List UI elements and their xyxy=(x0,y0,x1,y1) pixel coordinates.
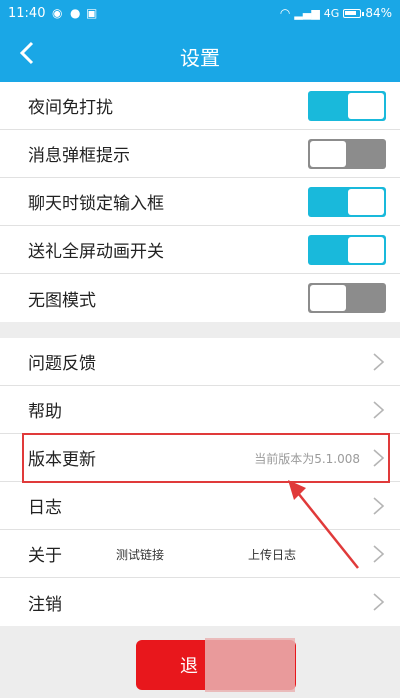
chevron-right-icon xyxy=(373,545,385,563)
status-right: ◠ ▂▄▆ 4G 84% xyxy=(280,6,392,20)
toggle-knob xyxy=(348,189,384,215)
menu-item-feedback[interactable]: 问题反馈 xyxy=(0,338,400,386)
battery-level xyxy=(345,10,357,15)
menu-label: 帮助 xyxy=(28,402,62,422)
toggle-knob xyxy=(348,93,384,119)
setting-row-lock-input[interactable]: 聊天时锁定输入框 xyxy=(0,178,400,226)
page-title: 设置 xyxy=(180,46,220,70)
setting-label: 无图模式 xyxy=(28,290,96,311)
setting-row-gift-animation[interactable]: 送礼全屏动画开关 xyxy=(0,226,400,274)
setting-row-no-image[interactable]: 无图模式 xyxy=(0,274,400,322)
network-type: 4G xyxy=(323,6,340,20)
image-icon: ▣ xyxy=(86,6,98,20)
menu-label: 版本更新 xyxy=(28,450,96,470)
chevron-right-icon xyxy=(373,401,385,419)
chevron-right-icon xyxy=(373,449,385,467)
setting-label: 送礼全屏动画开关 xyxy=(28,242,164,262)
bottom-area: 退 xyxy=(0,628,400,698)
gift-animation-toggle[interactable] xyxy=(308,235,386,265)
no-image-toggle[interactable] xyxy=(308,283,386,313)
battery-percent: 84% xyxy=(365,6,392,20)
test-link[interactable]: 测试链接 xyxy=(116,546,164,563)
current-version-hint: 当前版本为5.1.008 xyxy=(254,452,360,466)
menu-label: 注销 xyxy=(28,594,62,615)
toggle-knob xyxy=(348,237,384,263)
blur-overlay xyxy=(205,638,295,692)
menu-label: 关于 xyxy=(28,546,62,566)
menu-item-version-update[interactable]: 版本更新 当前版本为5.1.008 xyxy=(0,434,400,482)
toggle-knob xyxy=(310,285,346,311)
menu-label: 日志 xyxy=(28,498,62,518)
status-bar: 11:40 ◉ ● ▣ ◠ ▂▄▆ 4G 84% xyxy=(0,0,400,28)
title-bar: 设置 xyxy=(0,28,400,82)
chevron-right-icon xyxy=(373,593,385,611)
chevron-right-icon xyxy=(373,353,385,371)
menu-item-logout[interactable]: 注销 xyxy=(0,578,400,626)
menu-item-help[interactable]: 帮助 xyxy=(0,386,400,434)
setting-row-message-popup[interactable]: 消息弹框提示 xyxy=(0,130,400,178)
chevron-right-icon xyxy=(373,497,385,515)
setting-label: 消息弹框提示 xyxy=(28,146,130,166)
status-time: 11:40 xyxy=(8,6,46,21)
night-dnd-toggle[interactable] xyxy=(308,91,386,121)
setting-row-night-dnd[interactable]: 夜间免打扰 xyxy=(0,82,400,130)
toggle-settings-group: 夜间免打扰 消息弹框提示 聊天时锁定输入框 送礼全屏动画开关 无图模式 xyxy=(0,82,400,322)
wifi-icon: ◠ xyxy=(279,6,291,20)
weibo-icon: ◉ xyxy=(52,6,63,20)
setting-label: 聊天时锁定输入框 xyxy=(28,194,164,214)
signal-icon: ▂▄▆ xyxy=(294,6,320,20)
app-icon: ● xyxy=(70,6,81,20)
toggle-knob xyxy=(310,141,346,167)
message-popup-toggle[interactable] xyxy=(308,139,386,169)
menu-label: 问题反馈 xyxy=(28,354,96,374)
battery-icon xyxy=(343,8,365,18)
annotation-arrow xyxy=(288,480,359,569)
logout-button-label: 退 xyxy=(180,656,198,677)
lock-input-toggle[interactable] xyxy=(308,187,386,217)
setting-label: 夜间免打扰 xyxy=(28,98,113,118)
